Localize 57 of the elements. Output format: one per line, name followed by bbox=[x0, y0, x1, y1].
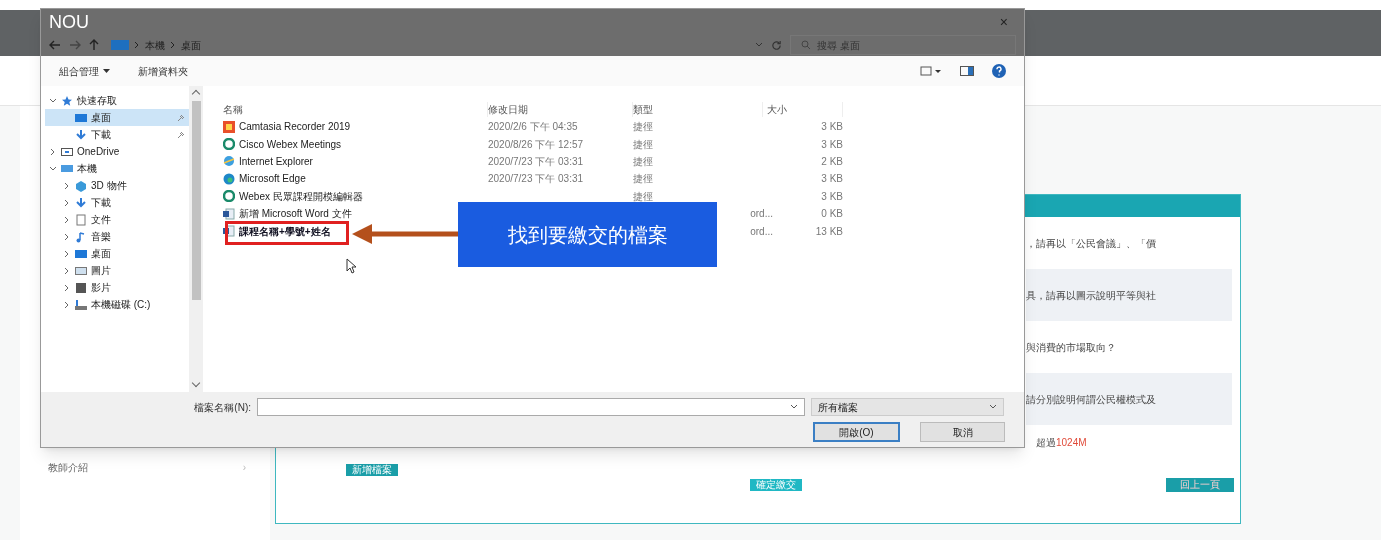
sidebar-item[interactable]: 教師介紹 bbox=[48, 460, 88, 475]
dropdown-value: 所有檔案 bbox=[818, 400, 858, 415]
file-name[interactable]: Cisco Webex Meetings bbox=[239, 136, 342, 152]
toolbar-button[interactable]: 組合管理 bbox=[59, 63, 110, 79]
file-type: 捷徑 bbox=[633, 137, 653, 152]
filename-label: 檔案名稱(N): bbox=[193, 400, 251, 415]
file-date: 2020/8/26 下午 12:57 bbox=[488, 137, 585, 152]
nav-item[interactable]: 音樂 bbox=[45, 228, 189, 245]
nav-item[interactable]: 3D 物件 bbox=[45, 177, 189, 194]
nav-item[interactable]: 本機磁碟 (C:) bbox=[45, 296, 189, 313]
nav-item[interactable]: 文件 bbox=[45, 211, 189, 228]
file-date: 2020/2/6 下午 04:35 bbox=[488, 120, 579, 135]
question-text: ，請再以「公民會議」、「價 bbox=[1026, 236, 1156, 251]
size-note: 超過 bbox=[1036, 436, 1056, 450]
file-type-dropdown[interactable]: 所有檔案 bbox=[811, 398, 1004, 416]
size-limit: 1024M bbox=[1056, 436, 1087, 450]
file-date: 2020/7/23 下午 03:31 bbox=[488, 172, 585, 187]
nav-item[interactable]: 影片 bbox=[45, 279, 189, 296]
file-name[interactable]: Microsoft Edge bbox=[239, 171, 306, 187]
file-type: 捷徑 bbox=[633, 120, 653, 135]
nav-item[interactable]: OneDrive bbox=[45, 143, 189, 160]
cancel-button[interactable]: 取消 bbox=[920, 422, 1005, 442]
column-header[interactable]: 名稱 bbox=[223, 101, 488, 117]
file-name[interactable]: 新增 Microsoft Word 文件 bbox=[239, 206, 352, 222]
logo: NOU bbox=[49, 11, 89, 33]
file-size: 3 KB bbox=[820, 137, 843, 152]
nav-item[interactable]: 桌面 bbox=[45, 109, 189, 126]
file-name[interactable]: Webex 民眾課程開模編輯器 bbox=[239, 188, 363, 204]
chevron-icon: › bbox=[242, 460, 246, 475]
file-type: 捷徑 bbox=[633, 172, 653, 187]
nav-item[interactable]: 本機 bbox=[45, 160, 189, 177]
question-text: 請分別說明何謂公民權模式及 bbox=[1026, 392, 1156, 407]
open-button[interactable]: 開啟(O) bbox=[813, 422, 900, 442]
file-size: 2 KB bbox=[820, 154, 843, 169]
question-text: 與消費的市場取向？ bbox=[1026, 340, 1116, 355]
column-header[interactable]: 修改日期 bbox=[488, 101, 633, 117]
column-header[interactable]: 類型 bbox=[633, 101, 763, 117]
callout-label: 找到要繳交的檔案 bbox=[458, 202, 717, 267]
column-header[interactable]: 大小 bbox=[763, 101, 843, 117]
file-type: 捷徑 bbox=[633, 154, 653, 169]
file-size: 3 KB bbox=[820, 172, 843, 187]
nav-item[interactable]: 圖片 bbox=[45, 262, 189, 279]
file-type: 捷徑 bbox=[633, 189, 653, 204]
file-date: 2020/7/23 下午 03:31 bbox=[488, 154, 585, 169]
nav-item[interactable]: 下載 bbox=[45, 126, 189, 143]
file-name[interactable]: 課程名稱+學號+姓名 bbox=[239, 223, 331, 239]
question-text: 具，請再以圖示說明平等與社 bbox=[1026, 288, 1156, 303]
nav-item[interactable]: 快速存取 bbox=[45, 92, 189, 109]
file-name[interactable]: Internet Explorer bbox=[239, 153, 313, 169]
toolbar-button[interactable]: 新增資料夾 bbox=[138, 63, 188, 79]
nav-item[interactable]: 下載 bbox=[45, 194, 189, 211]
file-type: ord... bbox=[750, 207, 773, 222]
file-size: 3 KB bbox=[820, 120, 843, 135]
file-name[interactable]: Camtasia Recorder 2019 bbox=[239, 119, 351, 135]
nav-item[interactable]: 桌面 bbox=[45, 245, 189, 262]
file-type: ord... bbox=[750, 224, 773, 239]
file-size: 3 KB bbox=[820, 189, 843, 204]
